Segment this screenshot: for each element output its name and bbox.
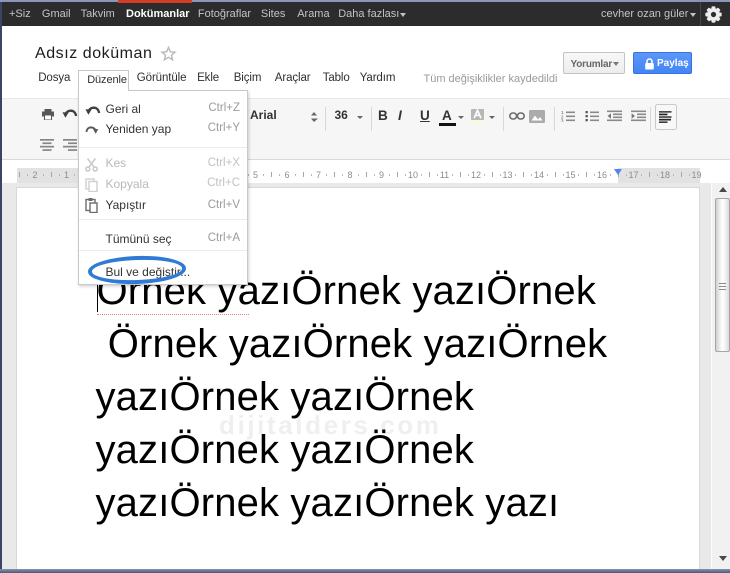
svg-text:3: 3 (561, 118, 564, 122)
